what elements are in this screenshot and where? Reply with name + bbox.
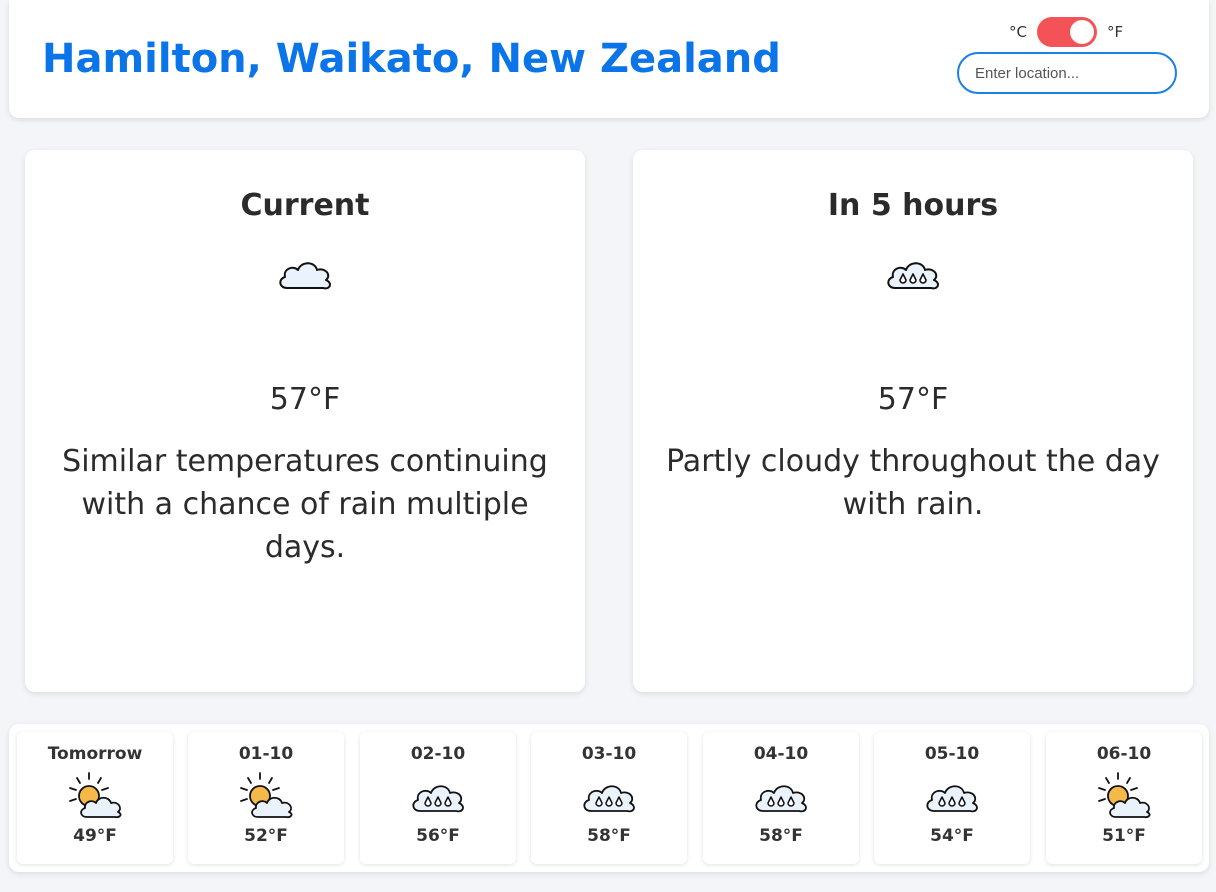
forecast-day[interactable]: 05-10 54°F (874, 732, 1030, 864)
forecast-day-temperature: 51°F (1102, 826, 1146, 846)
location-title: Hamilton, Waikato, New Zealand (42, 36, 781, 82)
forecast-day-label: 01-10 (238, 744, 294, 764)
unit-switch[interactable] (1036, 17, 1097, 47)
forecast-day-temperature: 54°F (930, 826, 974, 846)
current-description: Similar temperatures continuing with a c… (62, 444, 548, 565)
forecast-day-label: Tomorrow (47, 744, 143, 764)
forecast-day[interactable]: 06-10 51°F (1046, 732, 1202, 864)
forecast-day[interactable]: Tomorrow 49°F (17, 732, 173, 864)
rain-cloud-icon (887, 262, 939, 290)
unit-switch-knob (1069, 20, 1094, 44)
forecast-day-label: 06-10 (1096, 744, 1152, 764)
rain-cloud-icon (926, 785, 978, 813)
current-weather-card: Current 57°F Similar temperatures contin… (25, 150, 585, 692)
header-bar: Hamilton, Waikato, New Zealand °C °F (9, 0, 1209, 118)
forecast-day-temperature: 49°F (73, 826, 117, 846)
forecast-strip: Tomorrow 49°F 01-10 52°F 02-10 56°F 03-1… (9, 724, 1209, 872)
location-search-input[interactable] (957, 52, 1177, 94)
partly-cloudy-icon (1098, 772, 1151, 819)
forecast-day[interactable]: 03-10 58°F (531, 732, 687, 864)
later-description: Partly cloudy throughout the day with ra… (666, 444, 1160, 522)
rain-cloud-icon (412, 785, 464, 813)
forecast-day[interactable]: 04-10 58°F (703, 732, 859, 864)
forecast-day-label: 05-10 (924, 744, 980, 764)
forecast-day[interactable]: 01-10 52°F (188, 732, 344, 864)
later-title: In 5 hours (827, 188, 999, 223)
cloud-icon (279, 262, 331, 290)
forecast-day-label: 04-10 (753, 744, 809, 764)
forecast-day-temperature: 58°F (759, 826, 803, 846)
partly-cloudy-icon (240, 772, 293, 819)
forecast-day-label: 02-10 (410, 744, 466, 764)
later-weather-card: In 5 hours 57°F Partly cloudy throughout… (633, 150, 1193, 692)
celsius-label: °C (1009, 23, 1027, 41)
fahrenheit-label: °F (1106, 23, 1124, 41)
unit-toggle: °C °F (1009, 17, 1123, 47)
current-title: Current (240, 188, 370, 223)
forecast-day-temperature: 52°F (244, 826, 288, 846)
rain-cloud-icon (583, 785, 635, 813)
forecast-day-temperature: 56°F (416, 826, 460, 846)
partly-cloudy-icon (69, 772, 122, 819)
rain-cloud-icon (755, 785, 807, 813)
forecast-day-temperature: 58°F (587, 826, 631, 846)
current-temperature: 57°F (269, 382, 341, 417)
later-temperature: 57°F (877, 382, 949, 417)
forecast-day-label: 03-10 (581, 744, 637, 764)
forecast-day[interactable]: 02-10 56°F (360, 732, 516, 864)
